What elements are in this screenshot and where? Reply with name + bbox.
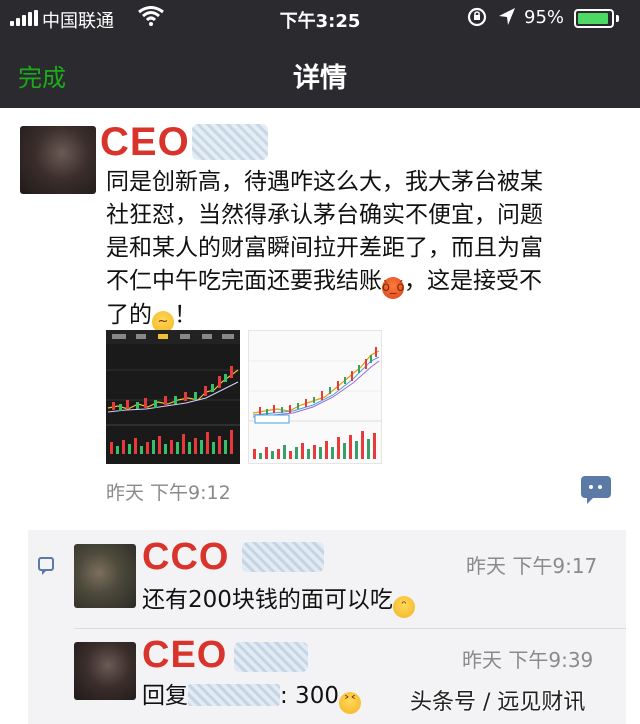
post-tail-1: ，这是接受不: [404, 268, 542, 294]
redacted-name-blur: [192, 124, 268, 160]
post-tail-2: 了的: [106, 302, 152, 328]
author-name[interactable]: CEO: [100, 120, 190, 165]
battery-percent: 95%: [524, 7, 565, 28]
author-avatar[interactable]: [20, 126, 96, 194]
stock-chart-image-light[interactable]: [248, 330, 382, 464]
comment-text-body: 还有200块钱的面可以吃: [142, 587, 393, 613]
commenter-name[interactable]: CEO: [142, 634, 227, 677]
commenter-avatar[interactable]: [74, 544, 136, 608]
comment-divider: [74, 628, 626, 629]
cry-laugh-emoji-icon: ˃˂: [338, 692, 361, 714]
comment-text: 还有200块钱的面可以吃 ᵔ: [142, 580, 415, 618]
battery-tip: [616, 15, 619, 22]
location-icon: [499, 8, 515, 25]
redacted-reply-name: [188, 684, 280, 706]
battery-icon: [574, 9, 614, 28]
commenter-avatar[interactable]: [74, 642, 136, 700]
post-text: 同是创新高，待遇咋这么大，我大茅台被某 社狂怼，当然得承认茅台确实不便宜，问题 …: [106, 166, 626, 333]
redacted-name-blur: [234, 642, 308, 672]
comment-time: 昨天 下午9:17: [466, 554, 598, 578]
page-title: 详情: [293, 63, 347, 94]
reply-prefix: 回复: [142, 683, 188, 709]
angry-emoji-icon: ò_ó: [382, 277, 404, 299]
comment-time: 昨天 下午9:39: [462, 648, 594, 672]
comment-text: 回复 : 300 ˃˂: [142, 676, 361, 714]
redacted-name-blur: [242, 542, 324, 572]
post-line-1: 同是创新高，待遇咋这么大，我大茅台被某: [106, 169, 543, 195]
commenter-name[interactable]: CCO: [142, 536, 229, 579]
grin-emoji-icon: ᵔ: [392, 596, 415, 618]
reply-text: : 300: [280, 683, 339, 709]
watermark: 头条号 / 远见财讯: [410, 690, 586, 715]
rotation-lock-icon: [467, 7, 487, 27]
comment-icon: [38, 557, 54, 575]
top-bar: 中国联通 下午3:25 95% 完成 详情: [0, 0, 640, 108]
stock-chart-image-dark[interactable]: [106, 330, 240, 464]
post-timestamp: 昨天 下午9:12: [106, 482, 231, 504]
status-bar: 中国联通 下午3:25 95%: [0, 0, 640, 36]
post-line-4: 不仁中午吃完面还要我结账: [106, 268, 382, 294]
post-line-3: 是和某人的财富瞬间拉开差距了，而且为富: [106, 235, 543, 261]
post-tail-3: ！: [174, 302, 197, 328]
post-line-2: 社狂怼，当然得承认茅台确实不便宜，问题: [106, 202, 543, 228]
comment-icon[interactable]: [581, 476, 611, 504]
